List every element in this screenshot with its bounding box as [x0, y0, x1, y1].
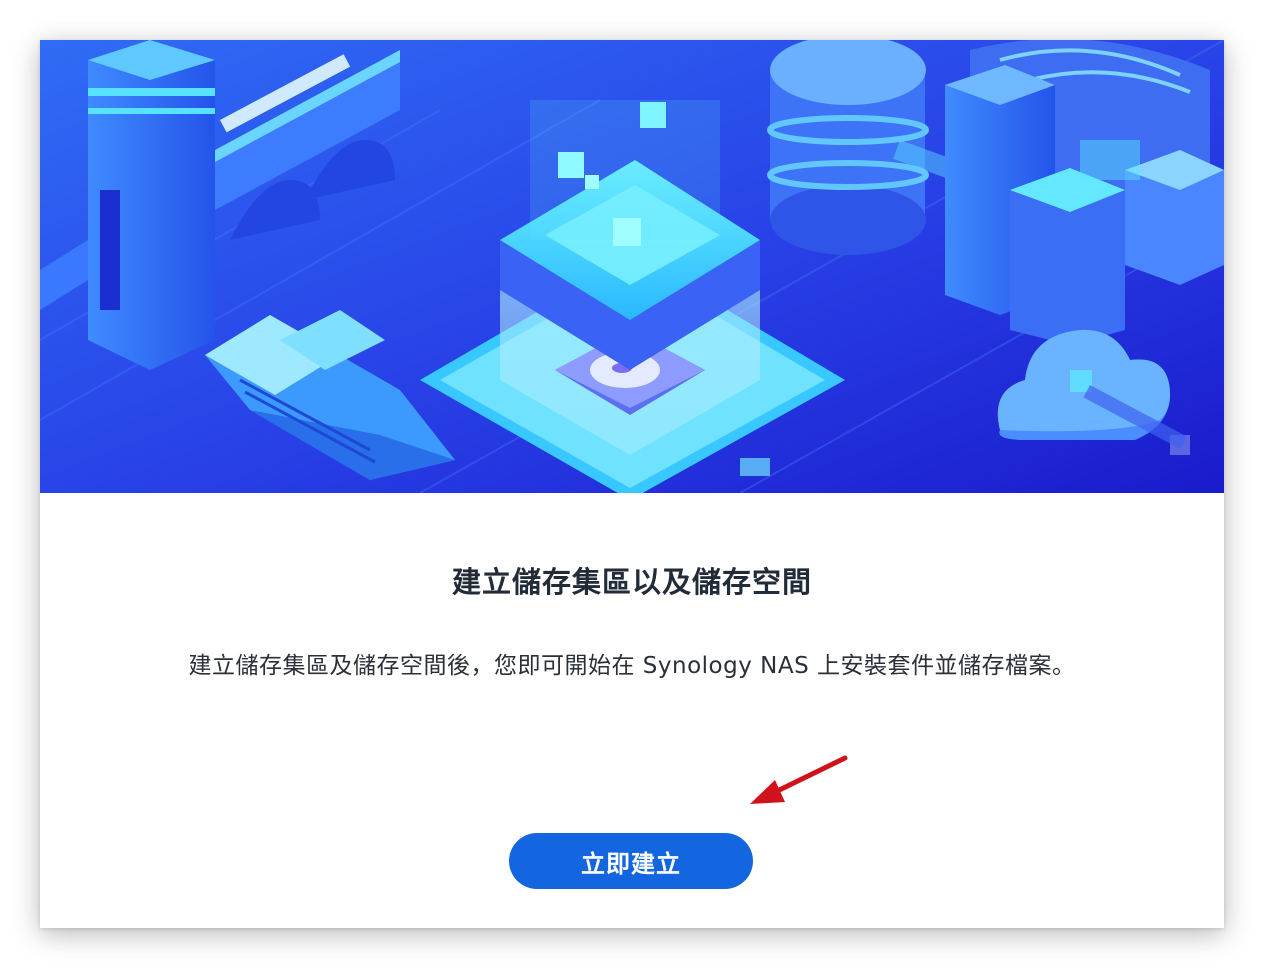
storage-illustration: [40, 40, 1224, 493]
dialog-content: 建立儲存集區以及儲存空間 建立儲存集區及儲存空間後，您即可開始在 Synolog…: [40, 493, 1224, 928]
dialog-description: 建立儲存集區及儲存空間後，您即可開始在 Synology NAS 上安裝套件並儲…: [188, 653, 1076, 679]
dialog-title: 建立儲存集區以及儲存空間: [451, 565, 812, 599]
storage-setup-dialog: 建立儲存集區以及儲存空間 建立儲存集區及儲存空間後，您即可開始在 Synolog…: [40, 40, 1224, 928]
create-now-button[interactable]: 立即建立: [509, 833, 753, 889]
arrow-annotation: [750, 755, 848, 804]
